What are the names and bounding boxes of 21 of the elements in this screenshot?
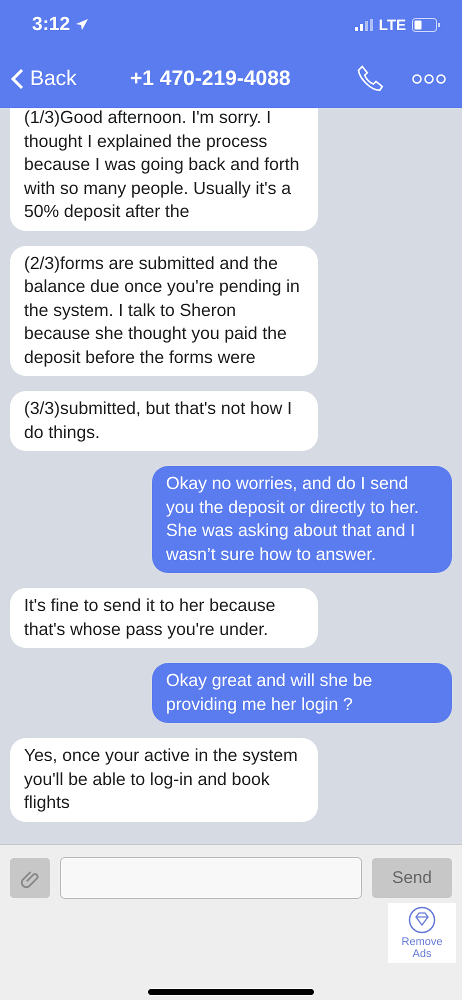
back-button[interactable]: Back bbox=[10, 67, 130, 91]
status-time: 3:12 bbox=[32, 14, 70, 36]
received-message: (2/3)forms are submitted and the balance due once you're pending in the system. I talk to Sheron because she thought you paid the deposit before the forms were bbox=[10, 246, 318, 376]
more-icon[interactable] bbox=[412, 74, 446, 84]
sent-message: Okay great and will she be providing me her login ? bbox=[152, 663, 452, 723]
received-message: (1/3)Good afternoon. I'm sorry. I thought I explained the process because I was going back and forth with so many people. Usually it's a 50% deposit after the bbox=[10, 108, 318, 230]
network-label: LTE bbox=[378, 16, 406, 34]
send-button[interactable]: Send bbox=[372, 858, 452, 898]
received-message: (3/3)submitted, but that's not how I do things. bbox=[10, 391, 318, 451]
phone-icon[interactable] bbox=[356, 64, 386, 94]
received-message: Yes, once your active in the system you'll be able to log-in and book flights bbox=[10, 738, 318, 822]
signal-icon bbox=[354, 19, 373, 31]
remove-ads-button[interactable]: Remove Ads bbox=[388, 903, 456, 963]
sent-message: Okay no worries, and do I send you the deposit or directly to her. She was asking about that and I wasn’t sure how to answer. bbox=[152, 466, 452, 573]
received-message: It's fine to send it to her because that's whose pass you're under. bbox=[10, 588, 318, 648]
back-chevron-icon bbox=[10, 68, 24, 90]
message-field[interactable] bbox=[60, 857, 362, 899]
battery-icon bbox=[412, 18, 440, 32]
location-icon bbox=[76, 19, 88, 31]
contact-title: +1 470-219-4088 bbox=[130, 67, 292, 91]
attach-button[interactable] bbox=[10, 858, 50, 898]
